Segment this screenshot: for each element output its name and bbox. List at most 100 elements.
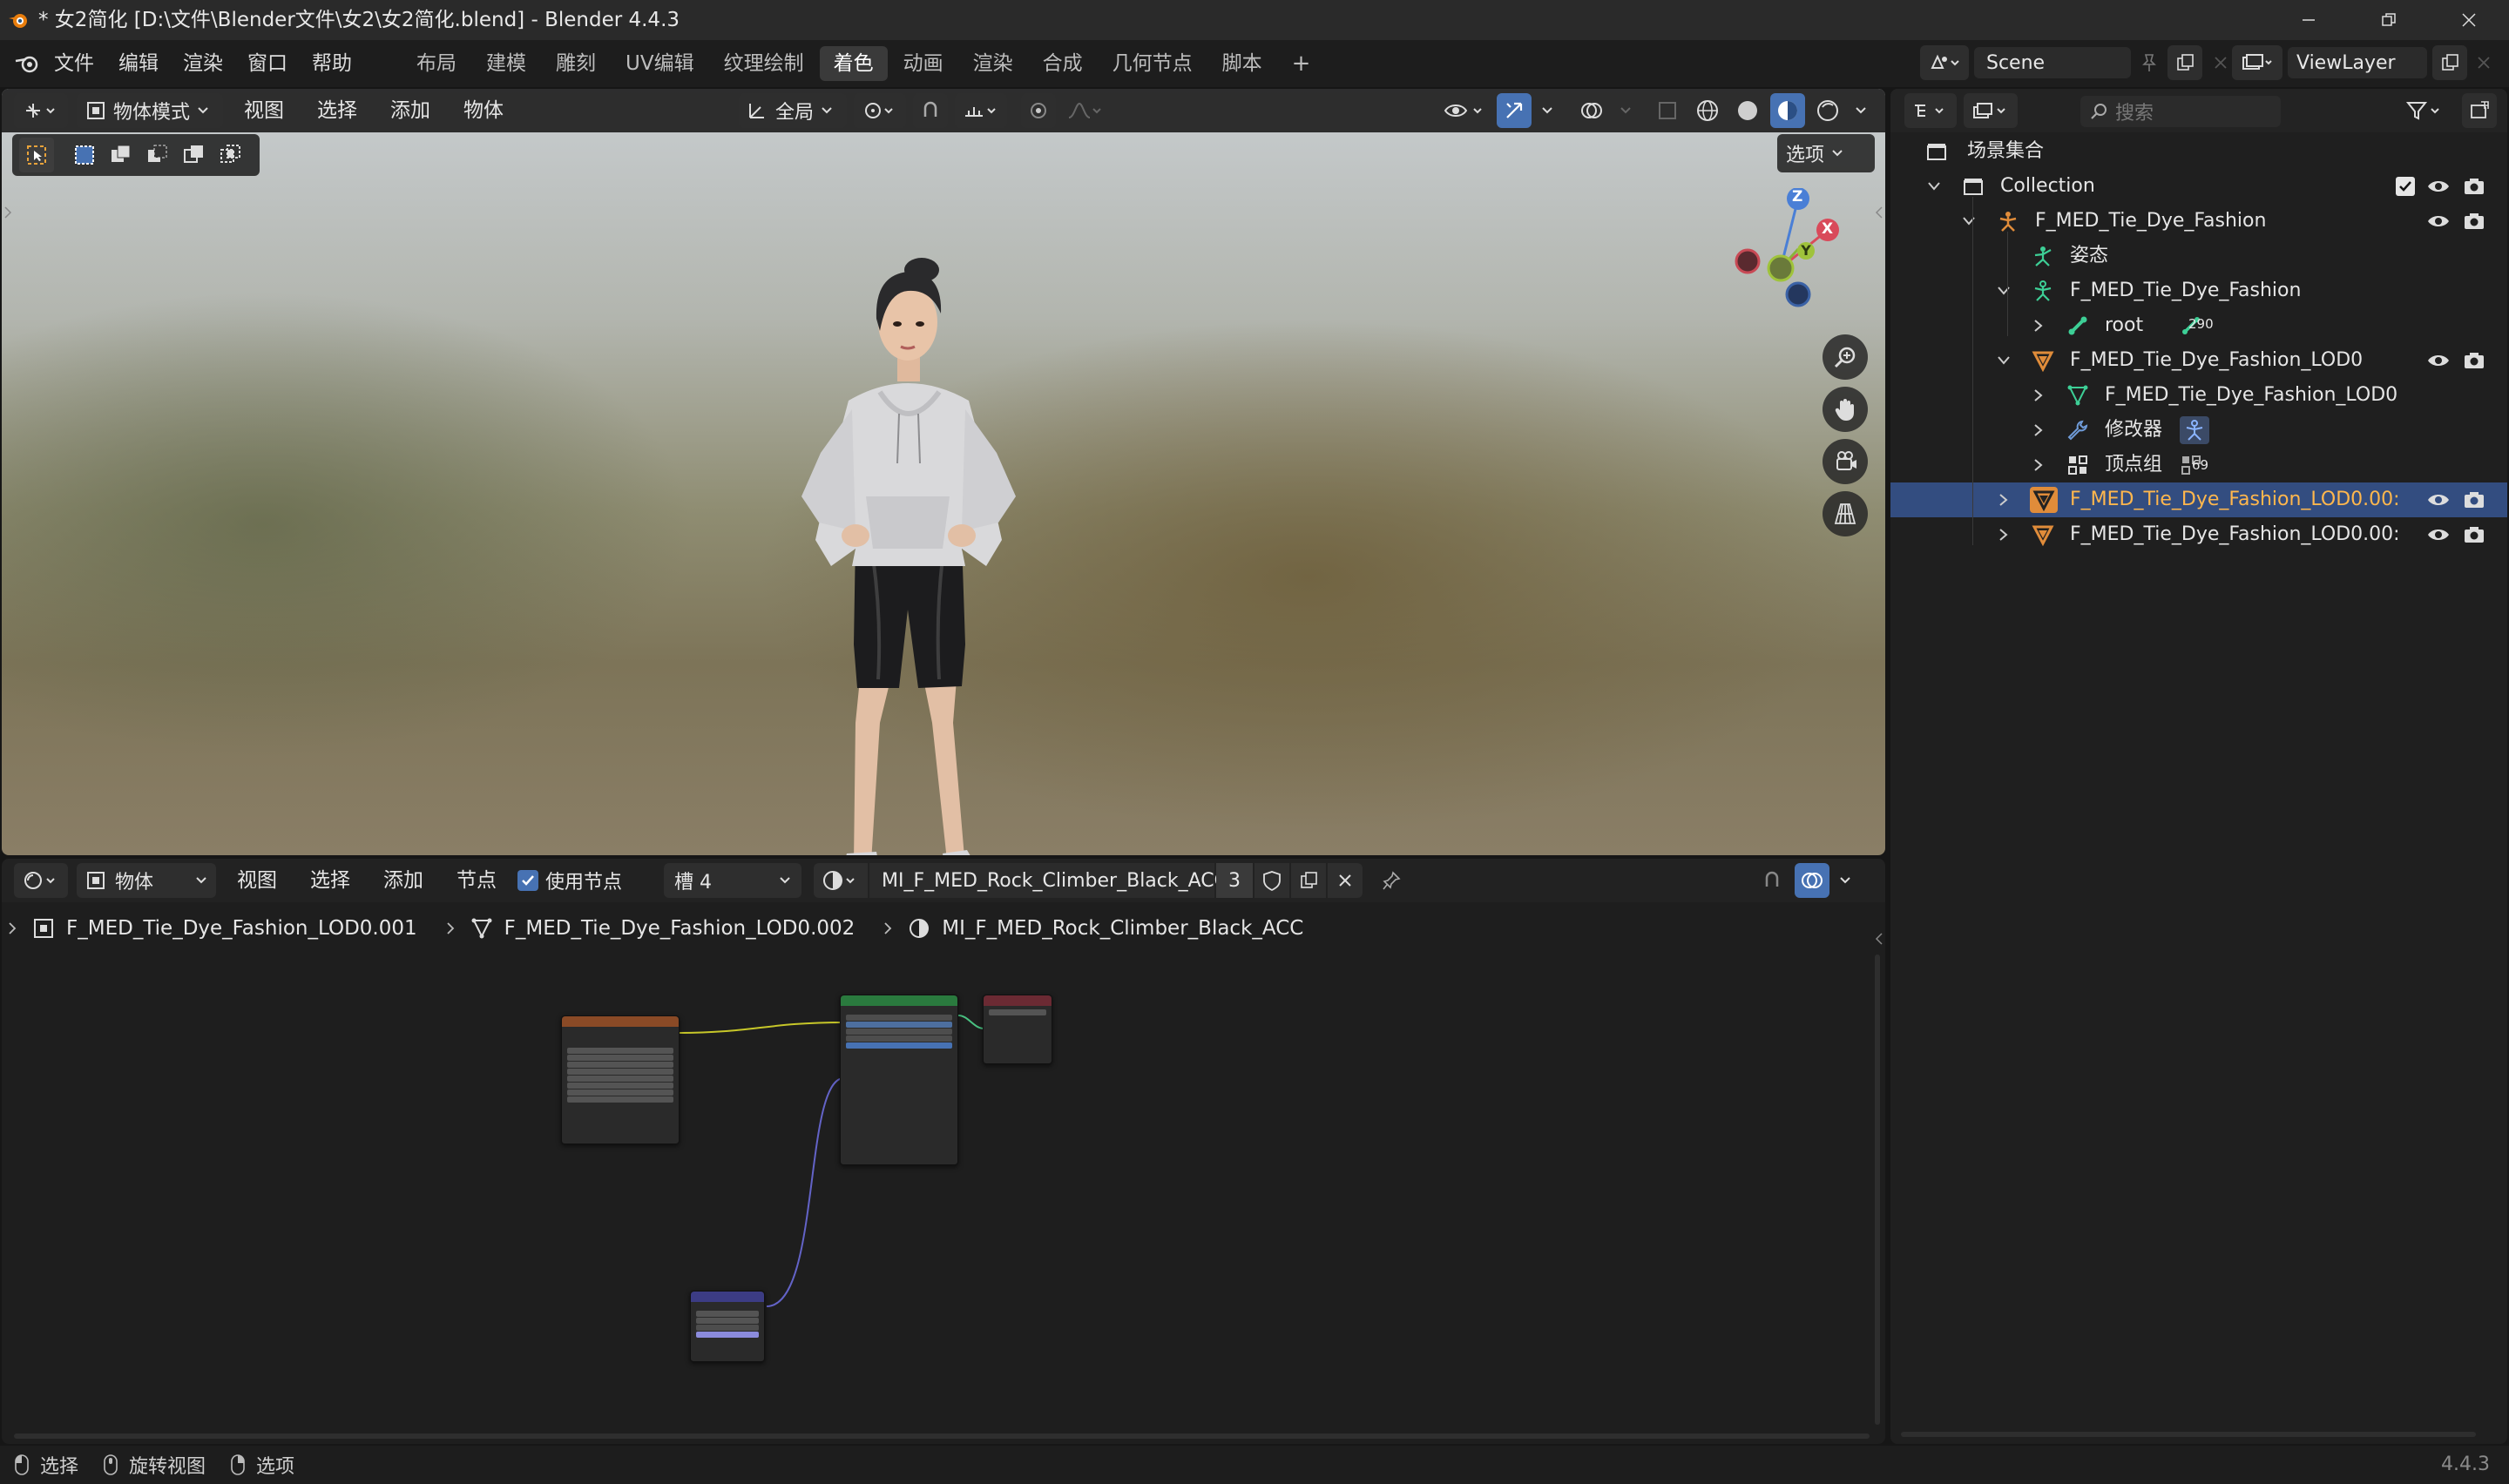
close-icon[interactable] bbox=[2429, 0, 2509, 40]
node-panel-row[interactable] bbox=[841, 1081, 957, 1089]
node-field[interactable] bbox=[846, 1029, 952, 1035]
proportional-edit-icon[interactable] bbox=[1021, 93, 1056, 128]
tab-rendering[interactable]: 渲染 bbox=[959, 46, 1027, 81]
menu-add[interactable]: 添加 bbox=[378, 93, 443, 128]
tree-row-scene-collection[interactable]: 场景集合 bbox=[1890, 134, 2507, 169]
minimize-icon[interactable] bbox=[2269, 0, 2349, 40]
menu-file[interactable]: 文件 bbox=[42, 40, 106, 87]
mode-dropdown[interactable]: 物体模式 bbox=[77, 93, 223, 128]
chevron-right-icon[interactable] bbox=[2032, 319, 2046, 333]
pan-hand-icon[interactable] bbox=[1823, 387, 1868, 432]
menu-view[interactable]: 视图 bbox=[232, 93, 296, 128]
shader-node-editor[interactable]: 物体 视图 选择 添加 节点 使用节点 槽 4 MI_F_MED_Rock_Cl… bbox=[2, 859, 1885, 1444]
visibility-icon[interactable] bbox=[1437, 93, 1491, 128]
zoom-icon[interactable] bbox=[1823, 334, 1868, 380]
menu-help[interactable]: 帮助 bbox=[300, 40, 364, 87]
delete-view-layer-icon[interactable] bbox=[2472, 47, 2495, 78]
node-field[interactable] bbox=[567, 1055, 673, 1061]
node-panel-row[interactable] bbox=[841, 1112, 957, 1120]
filter-icon[interactable] bbox=[2397, 93, 2452, 128]
tree-row-collection[interactable]: Collection bbox=[1890, 169, 2507, 204]
node-field[interactable] bbox=[846, 1042, 952, 1049]
chevron-down-icon[interactable] bbox=[1997, 354, 2011, 368]
character-model[interactable] bbox=[768, 235, 1047, 855]
image-texture-node[interactable] bbox=[561, 1015, 680, 1144]
eye-icon[interactable] bbox=[2425, 211, 2452, 232]
node-panel-row[interactable] bbox=[841, 1089, 957, 1096]
node-field[interactable] bbox=[846, 1015, 952, 1021]
tree-row-vertex-groups[interactable]: 顶点组 69 bbox=[1890, 448, 2507, 482]
tree-row-mesh-lod0-001[interactable]: F_MED_Tie_Dye_Fashion_LOD0.00: bbox=[1890, 482, 2507, 517]
node-panel-row[interactable] bbox=[841, 1104, 957, 1112]
transform-orientation-dropdown[interactable]: 全局 bbox=[739, 93, 847, 128]
tab-sculpting[interactable]: 雕刻 bbox=[542, 46, 610, 81]
node-panel-row[interactable] bbox=[841, 1057, 957, 1065]
gizmo-dropdown-icon[interactable] bbox=[1537, 93, 1558, 128]
overlays-icon[interactable] bbox=[1573, 93, 1610, 128]
normal-map-node[interactable] bbox=[690, 1291, 765, 1362]
new-view-layer-icon[interactable] bbox=[2432, 45, 2467, 80]
outliner[interactable]: 搜索 场景集合 Collection F_MED_Tie_Dye_Fashion bbox=[1890, 89, 2507, 1444]
new-collection-icon[interactable] bbox=[2462, 93, 2497, 128]
material-output-node[interactable] bbox=[983, 995, 1052, 1064]
node-field[interactable] bbox=[567, 1083, 673, 1089]
editor-type-icon[interactable] bbox=[14, 93, 68, 128]
sidebar-expand-icon[interactable] bbox=[1873, 202, 1885, 223]
eye-icon[interactable] bbox=[2425, 524, 2452, 545]
node-field[interactable] bbox=[567, 1089, 673, 1096]
navigation-gizmo[interactable]: Z Y X bbox=[1720, 188, 1859, 327]
node-field[interactable] bbox=[567, 1062, 673, 1068]
shading-material-icon[interactable] bbox=[1770, 93, 1805, 128]
toolbar-expand-icon[interactable] bbox=[2, 202, 14, 223]
node-field[interactable] bbox=[696, 1332, 759, 1338]
tree-row-modifiers[interactable]: 修改器 bbox=[1890, 413, 2507, 448]
tree-row-root-bone[interactable]: root 290 bbox=[1890, 308, 2507, 343]
menu-window[interactable]: 窗口 bbox=[235, 40, 300, 87]
node-field[interactable] bbox=[696, 1325, 759, 1331]
tab-animation[interactable]: 动画 bbox=[889, 46, 957, 81]
pin-icon[interactable] bbox=[2136, 47, 2162, 78]
principled-bsdf-node[interactable] bbox=[840, 995, 958, 1165]
menu-object[interactable]: 物体 bbox=[451, 93, 516, 128]
tab-modeling[interactable]: 建模 bbox=[472, 46, 540, 81]
3d-viewport[interactable]: 物体模式 视图 选择 添加 物体 全局 选项 Z Y X bbox=[2, 89, 1885, 855]
add-workspace-button[interactable]: + bbox=[1278, 46, 1325, 81]
falloff-icon[interactable] bbox=[1063, 93, 1106, 128]
gizmo-toggle-icon[interactable] bbox=[1497, 93, 1532, 128]
chevron-down-icon[interactable] bbox=[1927, 179, 1941, 193]
tab-layout[interactable]: 布局 bbox=[402, 46, 470, 81]
node-field[interactable] bbox=[696, 1318, 759, 1324]
eye-icon[interactable] bbox=[2425, 489, 2452, 510]
chevron-right-icon[interactable] bbox=[1997, 528, 2011, 542]
armature-modifier-icon[interactable] bbox=[2180, 416, 2209, 444]
select-extend-icon[interactable] bbox=[106, 138, 136, 172]
scene-browse-icon[interactable] bbox=[1920, 45, 1969, 80]
overlays-dropdown-icon[interactable] bbox=[1615, 93, 1636, 128]
select-box-tool-icon[interactable] bbox=[19, 138, 54, 172]
node-panel-row[interactable] bbox=[841, 1065, 957, 1073]
tab-uv-editing[interactable]: UV编辑 bbox=[612, 46, 708, 81]
snap-target-icon[interactable] bbox=[955, 93, 1007, 128]
options-dropdown[interactable]: 选项 bbox=[1777, 134, 1875, 172]
view-layer-field[interactable]: ViewLayer bbox=[2288, 47, 2427, 78]
node-field[interactable] bbox=[696, 1311, 759, 1317]
view-layer-browse-icon[interactable] bbox=[2232, 45, 2282, 80]
camera-view-icon[interactable] bbox=[1823, 439, 1868, 484]
menu-render[interactable]: 渲染 bbox=[171, 40, 235, 87]
perspective-toggle-icon[interactable] bbox=[1823, 491, 1868, 536]
horizontal-scrollbar[interactable] bbox=[14, 1433, 1870, 1439]
shading-wireframe-icon[interactable] bbox=[1690, 93, 1725, 128]
shading-rendered-icon[interactable] bbox=[1810, 93, 1845, 128]
vertical-scrollbar[interactable] bbox=[1875, 954, 1880, 1425]
scene-name-field[interactable]: Scene bbox=[1974, 47, 2131, 78]
chevron-down-icon[interactable] bbox=[1997, 284, 2011, 298]
tree-row-mesh-lod0-002[interactable]: F_MED_Tie_Dye_Fashion_LOD0.00: bbox=[1890, 517, 2507, 552]
outliner-scrollbar[interactable] bbox=[1901, 1432, 2476, 1437]
node-panel-row[interactable] bbox=[841, 1073, 957, 1081]
tab-geometry-nodes[interactable]: 几何节点 bbox=[1099, 46, 1207, 81]
snap-toggle-icon[interactable] bbox=[913, 93, 948, 128]
node-field[interactable] bbox=[567, 1096, 673, 1103]
tab-compositing[interactable]: 合成 bbox=[1029, 46, 1097, 81]
xray-toggle-icon[interactable] bbox=[1650, 93, 1685, 128]
node-panel-row[interactable] bbox=[841, 1096, 957, 1104]
